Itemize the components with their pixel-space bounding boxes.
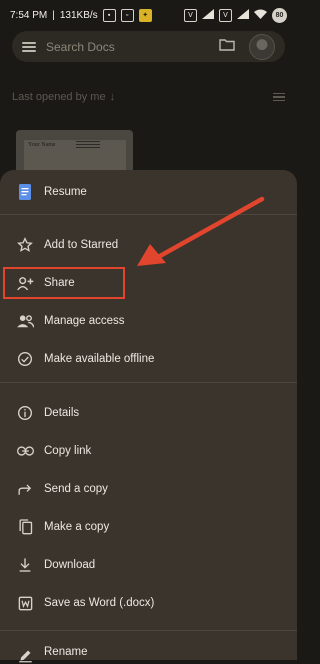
annotation-arrow — [137, 196, 265, 266]
